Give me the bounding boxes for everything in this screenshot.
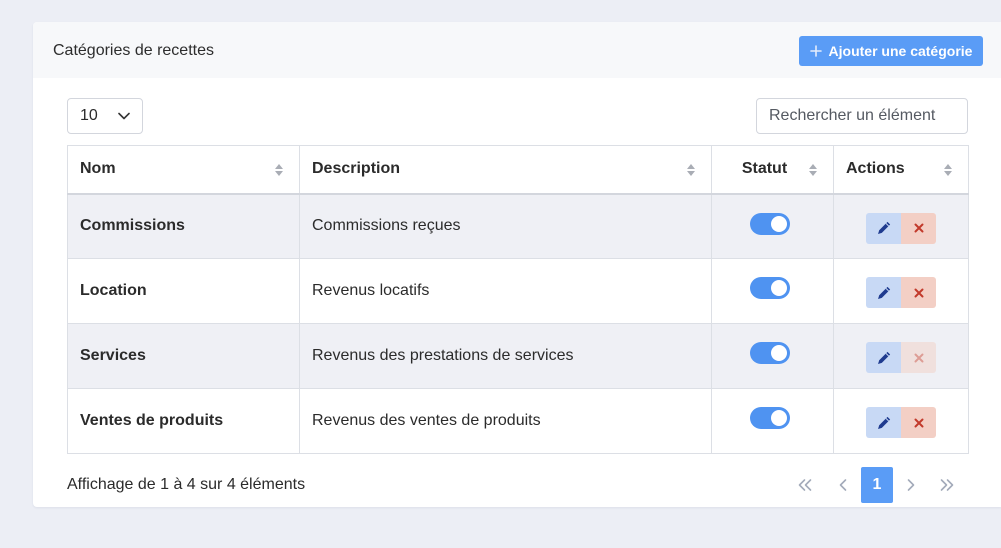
edit-button[interactable] [866, 277, 901, 308]
first-page-button[interactable] [786, 467, 824, 503]
category-description: Commissions reçues [299, 193, 712, 259]
toggle-knob [770, 345, 787, 361]
close-icon [914, 353, 924, 363]
pencil-icon [877, 286, 891, 300]
edit-button[interactable] [866, 212, 901, 244]
status-cell [711, 258, 834, 324]
delete-button[interactable] [901, 342, 936, 373]
column-header-label: Actions [846, 160, 905, 178]
card-header: Catégories de recettes Ajouter une catég… [33, 22, 1001, 78]
column-header-description[interactable]: Description [299, 145, 712, 195]
status-toggle[interactable] [749, 407, 790, 429]
delete-button[interactable] [901, 277, 936, 308]
edit-button[interactable] [866, 342, 901, 373]
action-buttons [866, 212, 936, 244]
last-page-button[interactable] [928, 467, 966, 503]
actions-cell [833, 323, 969, 389]
add-category-label: Ajouter une catégorie [828, 43, 973, 59]
sort-icon [687, 164, 695, 176]
category-description: Revenus des prestations de services [299, 323, 712, 389]
action-buttons [866, 342, 936, 373]
status-cell [711, 388, 834, 454]
close-icon [914, 223, 924, 233]
category-name: Services [67, 323, 300, 389]
chevron-right-icon [907, 478, 915, 492]
toggle-knob [770, 280, 787, 296]
toggle-knob [770, 410, 787, 426]
category-description: Revenus des ventes de produits [299, 388, 712, 454]
edit-button[interactable] [866, 407, 901, 438]
column-header-statut[interactable]: Statut [711, 145, 834, 195]
chevron-down-icon [118, 112, 130, 120]
table-info: Affichage de 1 à 4 sur 4 éléments [67, 476, 306, 493]
pencil-icon [877, 351, 891, 365]
search-input[interactable] [756, 98, 968, 134]
categories-card: Catégories de recettes Ajouter une catég… [33, 22, 1001, 507]
column-header-nom[interactable]: Nom [67, 145, 300, 195]
category-name: Commissions [67, 193, 300, 259]
pagination: 1 [786, 467, 966, 503]
add-category-button[interactable]: Ajouter une catégorie [799, 36, 983, 66]
column-header-label: Statut [741, 160, 788, 178]
column-header-label: Nom [80, 160, 116, 178]
table-row: Location Revenus locatifs [67, 258, 969, 324]
next-page-button[interactable] [893, 467, 928, 503]
close-icon [914, 288, 924, 298]
double-chevron-left-icon [797, 478, 813, 492]
table-header-row: Nom Description Statut Actions [67, 145, 969, 195]
pencil-icon [877, 221, 891, 235]
sort-icon [809, 164, 817, 176]
category-name: Location [67, 258, 300, 324]
double-chevron-right-icon [939, 478, 955, 492]
page-button-current[interactable]: 1 [861, 467, 893, 503]
table-row: Ventes de produits Revenus des ventes de… [67, 388, 969, 454]
action-buttons [866, 407, 936, 438]
column-header-actions[interactable]: Actions [833, 145, 969, 195]
category-description: Revenus locatifs [299, 258, 712, 324]
category-name: Ventes de produits [67, 388, 300, 454]
previous-page-button[interactable] [824, 467, 861, 503]
table-row: Commissions Commissions reçues [67, 193, 969, 259]
sort-icon [275, 164, 283, 176]
card-title: Catégories de recettes [53, 42, 214, 59]
pencil-icon [877, 416, 891, 430]
status-toggle[interactable] [749, 212, 790, 235]
toggle-knob [770, 215, 787, 232]
action-buttons [866, 277, 936, 308]
actions-cell [833, 388, 969, 454]
status-toggle[interactable] [749, 277, 790, 299]
categories-table: Nom Description Statut Actions Commissio… [67, 145, 969, 454]
chevron-left-icon [839, 478, 847, 492]
page-length-value: 10 [80, 107, 98, 124]
sort-icon [944, 164, 952, 176]
actions-cell [833, 258, 969, 324]
plus-icon [809, 45, 822, 57]
actions-cell [833, 193, 969, 259]
delete-button[interactable] [901, 407, 936, 438]
page-length-select[interactable]: 10 [67, 98, 143, 134]
close-icon [914, 418, 924, 428]
delete-button[interactable] [901, 212, 936, 244]
status-cell [711, 193, 834, 259]
table-row: Services Revenus des prestations de serv… [67, 323, 969, 389]
status-toggle[interactable] [749, 342, 790, 364]
status-cell [711, 323, 834, 389]
column-header-label: Description [312, 160, 401, 178]
